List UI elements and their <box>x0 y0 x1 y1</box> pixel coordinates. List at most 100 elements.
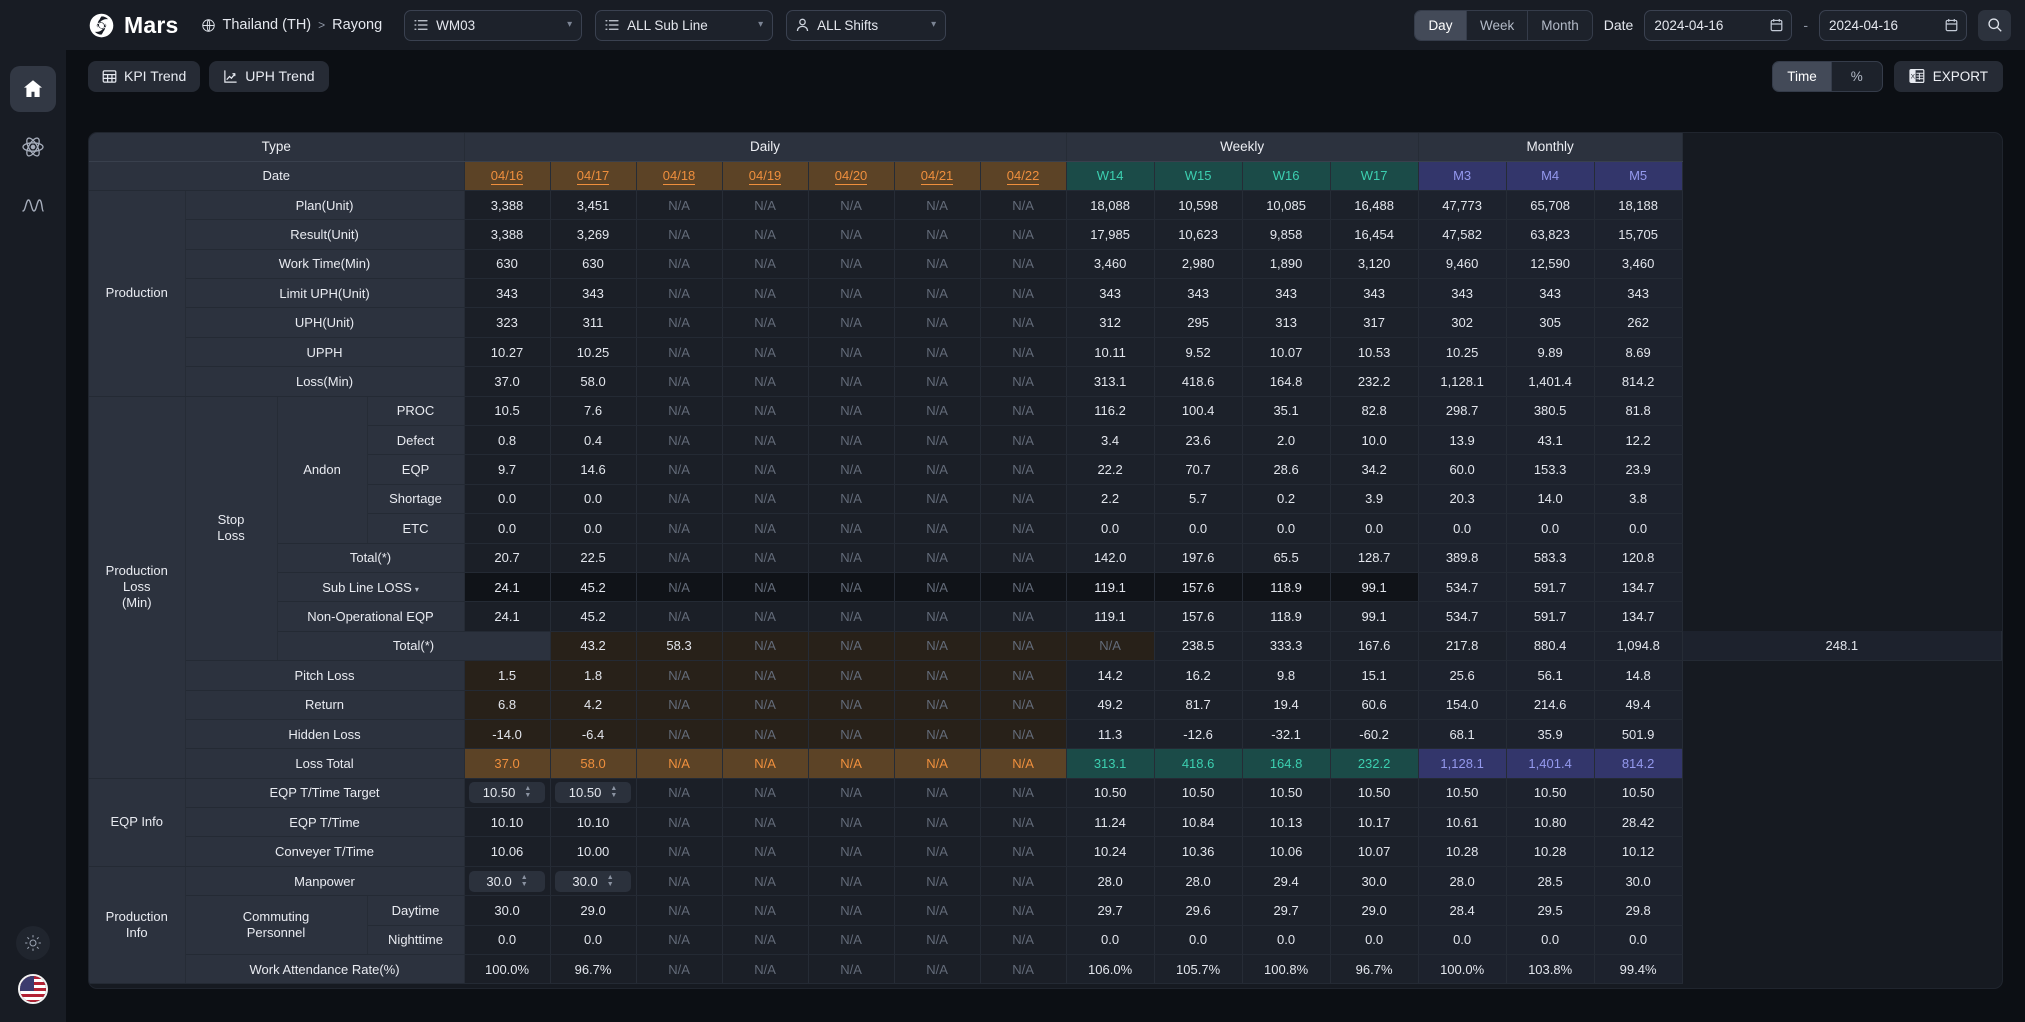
date-to-input[interactable]: 2024-04-16 <box>1819 10 1967 41</box>
sidebar-item-atom[interactable] <box>10 124 56 170</box>
row-label: Limit UPH(Unit) <box>185 279 464 308</box>
cell-4-5: N/A <box>894 308 980 337</box>
cell-0-10: 16,488 <box>1330 190 1418 219</box>
cell-20-0: 10.50▲▼ <box>464 778 550 807</box>
cell-4-11: 302 <box>1418 308 1506 337</box>
spinner-up-arrow[interactable]: ▲ <box>521 875 528 881</box>
spinner-down-arrow[interactable]: ▼ <box>524 793 531 799</box>
column-header-monthly-0[interactable]: M3 <box>1418 161 1506 190</box>
cell-20-3: N/A <box>722 778 808 807</box>
subline-select[interactable]: ALL Sub Line ▾ <box>595 10 773 41</box>
cell-19-11: 1,128.1 <box>1418 749 1506 778</box>
cell-3-1: 343 <box>550 279 636 308</box>
sidebar-item-wave[interactable] <box>10 182 56 228</box>
export-button[interactable]: X EXPORT <box>1894 61 2003 92</box>
chevron-down-icon[interactable]: ▾ <box>415 585 419 594</box>
cell-5-5: N/A <box>894 337 980 366</box>
cell-2-9: 1,890 <box>1242 249 1330 278</box>
period-option-week[interactable]: Week <box>1467 11 1528 40</box>
language-us-flag-icon[interactable] <box>18 974 48 1004</box>
cell-1-7: 17,985 <box>1066 220 1154 249</box>
spinner-arrows[interactable]: ▲▼ <box>610 786 617 799</box>
column-header-daily-5[interactable]: 04/21 <box>894 161 980 190</box>
spinner-value: 30.0 <box>572 874 597 889</box>
cell-7-7: 116.2 <box>1066 396 1154 425</box>
cell-25-2: N/A <box>636 925 722 954</box>
shift-select[interactable]: ALL Shifts ▾ <box>786 10 946 41</box>
cell-17-7: 49.2 <box>1066 690 1154 719</box>
sidebar-item-home[interactable] <box>10 66 56 112</box>
search-button[interactable] <box>1978 10 2011 41</box>
cell-2-11: 9,460 <box>1418 249 1506 278</box>
spinner-up-arrow[interactable]: ▲ <box>607 875 614 881</box>
period-option-day[interactable]: Day <box>1415 11 1467 40</box>
tab-kpi-trend[interactable]: KPI Trend <box>88 61 200 92</box>
row-label[interactable]: Sub Line LOSS▾ <box>277 572 464 601</box>
table-row: ETC0.00.0N/AN/AN/AN/AN/A0.00.00.00.00.00… <box>89 514 2002 543</box>
section-label-production: Production <box>89 190 185 396</box>
column-header-weekly-0[interactable]: W14 <box>1066 161 1154 190</box>
breadcrumb-country[interactable]: Thailand (TH) <box>223 17 312 33</box>
excel-icon: X <box>1909 68 1925 84</box>
cell-16-13: 14.8 <box>1594 661 1682 690</box>
spinner-input[interactable]: 30.0▲▼ <box>469 871 545 892</box>
spinner-arrows[interactable]: ▲▼ <box>521 875 528 888</box>
spinner-arrows[interactable]: ▲▼ <box>524 786 531 799</box>
cell-26-5: N/A <box>894 955 980 984</box>
cell-9-13: 23.9 <box>1594 455 1682 484</box>
cell-25-11: 0.0 <box>1418 925 1506 954</box>
cell-22-13: 10.12 <box>1594 837 1682 866</box>
cell-15-13: 248.1 <box>1682 631 2001 660</box>
cell-17-6: N/A <box>980 690 1066 719</box>
column-header-weekly-1[interactable]: W15 <box>1154 161 1242 190</box>
cell-3-9: 343 <box>1242 279 1330 308</box>
column-header-daily-4[interactable]: 04/20 <box>808 161 894 190</box>
theme-toggle-button[interactable] <box>16 926 50 960</box>
spinner-arrows[interactable]: ▲▼ <box>607 875 614 888</box>
calendar-icon[interactable] <box>1945 18 1958 32</box>
cell-14-7: 119.1 <box>1066 602 1154 631</box>
cell-13-5: N/A <box>894 572 980 601</box>
period-option-month[interactable]: Month <box>1528 11 1592 40</box>
spinner-input[interactable]: 10.50▲▼ <box>469 782 545 803</box>
cell-20-8: 10.50 <box>1154 778 1242 807</box>
column-header-daily-6[interactable]: 04/22 <box>980 161 1066 190</box>
spinner-down-arrow[interactable]: ▼ <box>521 882 528 888</box>
period-toggle[interactable]: Day Week Month <box>1414 10 1593 41</box>
column-header-daily-3[interactable]: 04/19 <box>722 161 808 190</box>
cell-8-1: 0.4 <box>550 426 636 455</box>
column-header-weekly-2[interactable]: W16 <box>1242 161 1330 190</box>
cell-19-13: 814.2 <box>1594 749 1682 778</box>
unit-option-percent[interactable]: % <box>1832 62 1882 91</box>
cell-14-2: N/A <box>636 602 722 631</box>
spinner-input[interactable]: 10.50 ▲▼ <box>555 782 631 803</box>
column-header-weekly-3[interactable]: W17 <box>1330 161 1418 190</box>
cell-2-3: N/A <box>722 249 808 278</box>
spinner-down-arrow[interactable]: ▼ <box>607 882 614 888</box>
breadcrumb-site[interactable]: Rayong <box>332 17 382 33</box>
column-header-monthly-1[interactable]: M4 <box>1506 161 1594 190</box>
column-header-daily-1[interactable]: 04/17 <box>550 161 636 190</box>
date-from-input[interactable]: 2024-04-16 <box>1644 10 1792 41</box>
cell-11-8: 0.0 <box>1154 514 1242 543</box>
spinner-value: 10.50 <box>569 785 602 800</box>
unit-toggle[interactable]: Time % <box>1772 61 1883 92</box>
cell-22-12: 10.28 <box>1506 837 1594 866</box>
cell-3-0: 343 <box>464 279 550 308</box>
tab-uph-trend[interactable]: UPH Trend <box>209 61 328 92</box>
spinner-down-arrow[interactable]: ▼ <box>610 793 617 799</box>
cell-10-10: 3.9 <box>1330 484 1418 513</box>
date-range-separator: - <box>1803 17 1808 33</box>
column-header-daily-0[interactable]: 04/16 <box>464 161 550 190</box>
column-header-daily-2[interactable]: 04/18 <box>636 161 722 190</box>
calendar-icon[interactable] <box>1770 18 1783 32</box>
cell-13-4: N/A <box>808 572 894 601</box>
line-select[interactable]: WM03 ▾ <box>404 10 582 41</box>
column-header-monthly-2[interactable]: M5 <box>1594 161 1682 190</box>
unit-option-time[interactable]: Time <box>1773 62 1832 91</box>
cell-2-4: N/A <box>808 249 894 278</box>
cell-15-4: N/A <box>894 631 980 660</box>
spinner-input[interactable]: 30.0 ▲▼ <box>555 871 631 892</box>
group-header-daily: Daily <box>464 133 1066 161</box>
cell-10-4: N/A <box>808 484 894 513</box>
